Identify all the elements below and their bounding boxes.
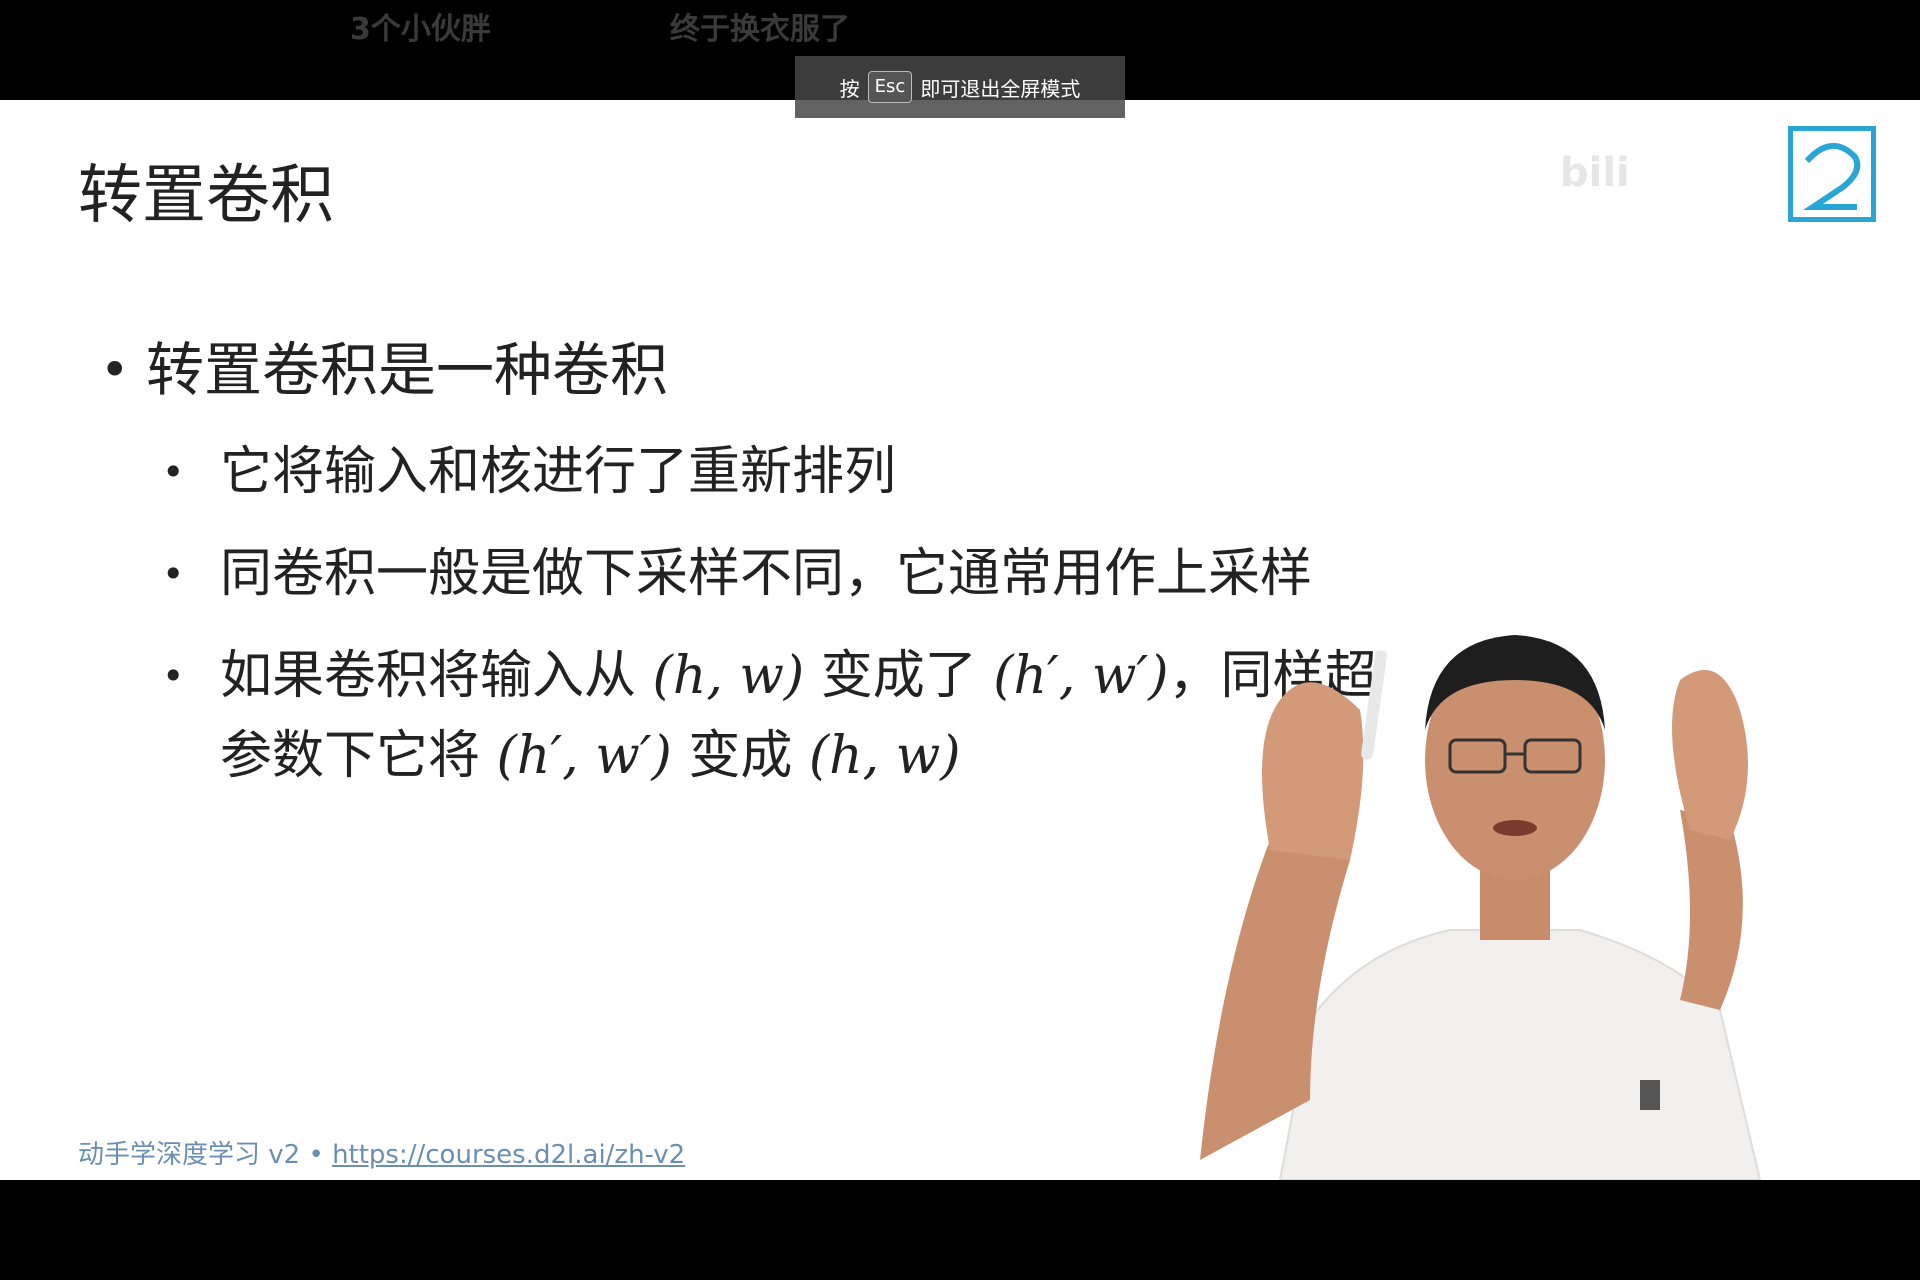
bottom-bar (0, 1180, 1920, 1280)
bullet-text: 变成 (688, 726, 793, 786)
slide-footer: 动手学深度学习 v2 • https://courses.d2l.ai/zh-v… (78, 1134, 685, 1171)
course-link[interactable]: https://courses.d2l.ai/zh-v2 (332, 1140, 685, 1170)
bullet-text: 参数下它将 (220, 726, 481, 786)
math-expression: (h, w) (808, 726, 961, 786)
esc-hint-prefix: 按 (839, 76, 860, 101)
slide-title: 转置卷积 (78, 159, 334, 233)
danmaku-comment: 终于换衣服了 (670, 12, 850, 47)
math-expression: (h, w) (652, 646, 805, 706)
esc-key: Esc (867, 71, 913, 103)
presenter-video (1160, 540, 1860, 1181)
d2l-logo-icon (1788, 126, 1876, 222)
math-expression: (h′, w′) (993, 646, 1169, 706)
bullet-text: 如果卷积将输入从 (220, 646, 637, 706)
bullet-main: 转置卷积是一种卷积 (100, 330, 1500, 410)
fullscreen-exit-hint: 按 Esc 即可退出全屏模式 (795, 56, 1125, 118)
bullet-text: 变成了 (820, 646, 977, 706)
math-expression: (h′, w′) (496, 726, 672, 786)
bilibili-watermark: bili (1560, 150, 1630, 196)
bullet-sub: 它将输入和核进行了重新排列 (100, 432, 1500, 512)
danmaku-comment: 3个小伙胖 (350, 12, 491, 47)
esc-hint-suffix: 即可退出全屏模式 (920, 76, 1081, 101)
footer-text: 动手学深度学习 v2 • (78, 1140, 333, 1170)
